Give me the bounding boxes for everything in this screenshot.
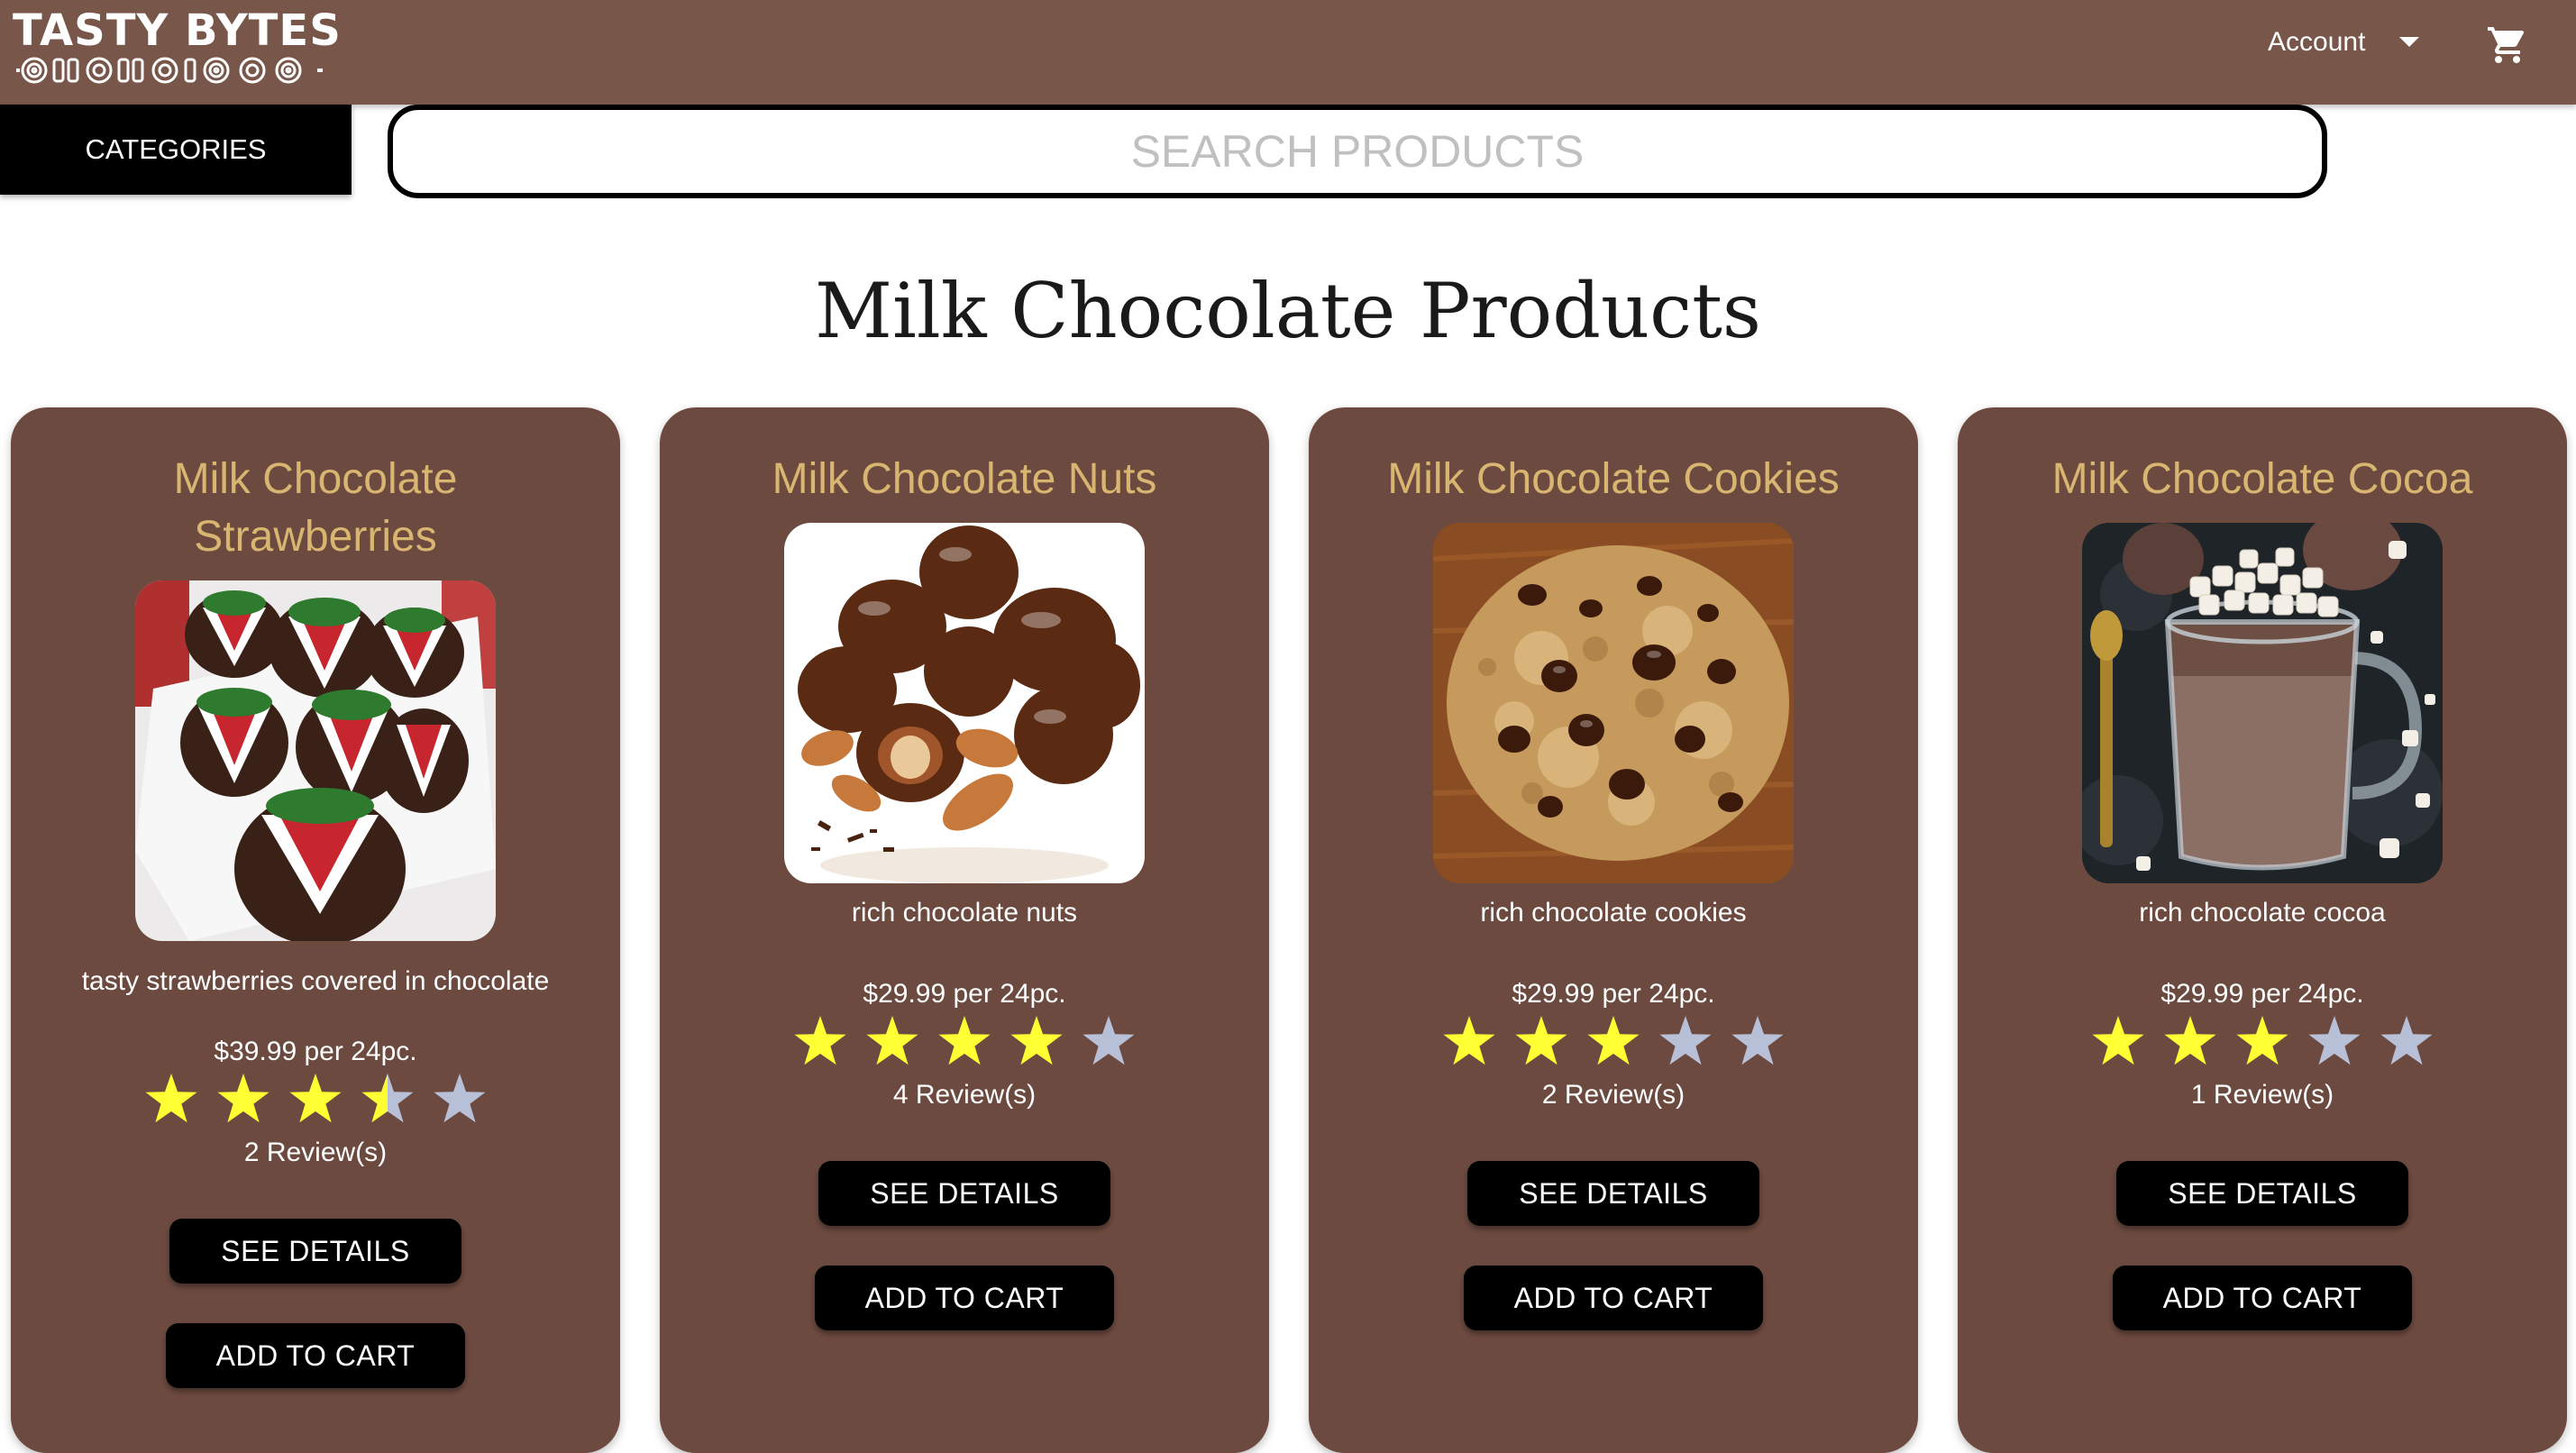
review-count[interactable]: 1 Review(s) <box>1967 1080 2558 1110</box>
product-description: rich chocolate cookies <box>1480 898 1747 928</box>
candy-row-icon <box>16 57 323 84</box>
add-to-cart-button[interactable]: ADD TO CART <box>1464 1266 1763 1330</box>
star-icon <box>2092 1016 2144 1065</box>
see-details-button[interactable]: SEE DETAILS <box>1467 1161 1759 1226</box>
star-rating <box>135 1071 496 1129</box>
review-count[interactable]: 2 Review(s) <box>1318 1080 1909 1110</box>
add-to-cart-button[interactable]: ADD TO CART <box>815 1266 1114 1330</box>
star-rating <box>1433 1013 1794 1071</box>
logo-wordmark: TASTY BYTES <box>13 5 342 56</box>
product-card-strawberries: Milk Chocolate Strawberries tasty strawb… <box>11 407 620 1453</box>
top-app-bar: TASTY BYTES Account <box>0 0 2576 105</box>
product-title: Milk Chocolate Cocoa <box>2051 455 2473 503</box>
star-icon <box>794 1016 846 1065</box>
star-icon <box>217 1074 269 1123</box>
product-description: rich chocolate cocoa <box>2139 898 2386 928</box>
chocolate-nuts-image[interactable] <box>784 523 1145 883</box>
chocolate-cookie-image[interactable] <box>1433 523 1794 883</box>
star-icon <box>1731 1016 1784 1065</box>
see-details-button[interactable]: SEE DETAILS <box>169 1219 461 1284</box>
star-icon <box>1082 1016 1135 1065</box>
star-icon <box>938 1016 991 1065</box>
star-icon <box>2308 1016 2361 1065</box>
star-icon <box>1587 1016 1640 1065</box>
product-card-cookies: Milk Chocolate Cookies rich chocolate co… <box>1309 407 1918 1453</box>
product-title: Milk Chocolate Nuts <box>772 455 1157 503</box>
account-label: Account <box>2268 27 2366 57</box>
chocolate-strawberries-image[interactable] <box>135 580 496 941</box>
star-rating <box>2082 1013 2443 1071</box>
dropdown-arrow-icon <box>2399 37 2420 47</box>
product-card-nuts: Milk Chocolate Nuts rich chocolate nuts … <box>660 407 1269 1453</box>
shopping-cart-icon[interactable] <box>2486 23 2529 67</box>
star-rating <box>784 1013 1145 1071</box>
product-card-cocoa: Milk Chocolate Cocoa rich chocolate coco… <box>1958 407 2567 1453</box>
star-icon <box>1659 1016 1712 1065</box>
star-icon <box>2164 1016 2216 1065</box>
see-details-button[interactable]: SEE DETAILS <box>2116 1161 2408 1226</box>
review-count[interactable]: 2 Review(s) <box>20 1138 611 1168</box>
star-icon <box>1515 1016 1567 1065</box>
tasty-bytes-logo[interactable]: TASTY BYTES <box>13 5 341 88</box>
star-icon <box>1443 1016 1495 1065</box>
product-price: $39.99 per 24pc. <box>214 1037 417 1066</box>
product-description: tasty strawberries covered in chocolate <box>81 966 550 996</box>
product-title: Milk Chocolate Cookies <box>1387 455 1840 503</box>
star-icon <box>866 1016 918 1065</box>
add-to-cart-button[interactable]: ADD TO CART <box>2113 1266 2412 1330</box>
star-icon <box>289 1074 342 1123</box>
review-count[interactable]: 4 Review(s) <box>669 1080 1260 1110</box>
product-price: $29.99 per 24pc. <box>2160 979 2364 1009</box>
star-icon <box>1010 1016 1063 1065</box>
star-icon <box>2380 1016 2433 1065</box>
product-price: $29.99 per 24pc. <box>863 979 1066 1009</box>
star-icon <box>434 1074 486 1123</box>
star-icon <box>2236 1016 2288 1065</box>
star-icon <box>361 1074 414 1123</box>
categories-button[interactable]: CATEGORIES <box>0 105 352 195</box>
add-to-cart-button[interactable]: ADD TO CART <box>166 1323 465 1388</box>
product-price: $29.99 per 24pc. <box>1512 979 1715 1009</box>
star-icon <box>145 1074 197 1123</box>
hot-cocoa-image[interactable] <box>2082 523 2443 883</box>
search-products-input[interactable] <box>388 105 2327 198</box>
product-title: Milk Chocolate Strawberries <box>173 455 458 561</box>
see-details-button[interactable]: SEE DETAILS <box>818 1161 1110 1226</box>
product-description: rich chocolate nuts <box>851 898 1078 928</box>
page-title: Milk Chocolate Products <box>814 267 1762 355</box>
account-menu[interactable]: Account <box>2268 27 2420 58</box>
